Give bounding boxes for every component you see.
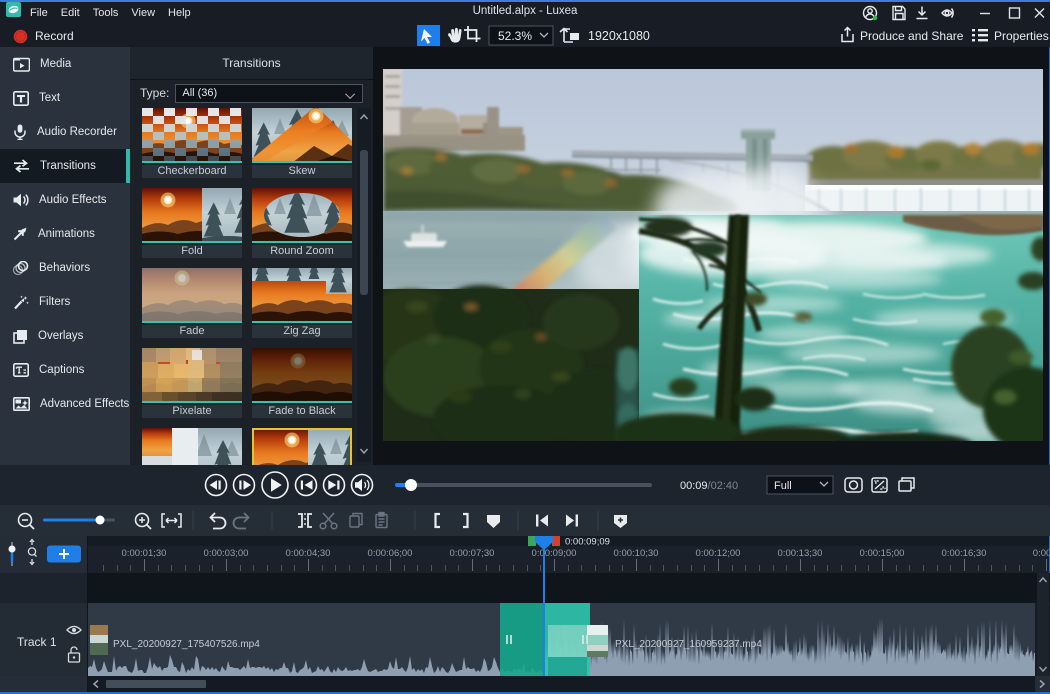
svg-text:0:00:09;00: 0:00:09;00 xyxy=(532,548,577,559)
svg-text:1920x1080: 1920x1080 xyxy=(588,29,650,43)
svg-text:Full: Full xyxy=(774,480,792,492)
svg-text:52.3%: 52.3% xyxy=(498,29,532,43)
svg-text:0:00:03;00: 0:00:03;00 xyxy=(204,548,249,559)
svg-text:0:00:04;30: 0:00:04;30 xyxy=(286,548,331,559)
svg-text:0:00:10;30: 0:00:10;30 xyxy=(614,548,659,559)
svg-text:0:00:07;30: 0:00:07;30 xyxy=(450,548,495,559)
svg-text:0:00:06;00: 0:00:06;00 xyxy=(368,548,413,559)
svg-text:0:00:1: 0:00:1 xyxy=(1033,548,1049,559)
svg-text:0:00:16;30: 0:00:16;30 xyxy=(942,548,987,559)
svg-text:0:00:13;30: 0:00:13;30 xyxy=(778,548,823,559)
svg-text:Produce and Share: Produce and Share xyxy=(860,29,964,43)
svg-text:0:00:01;30: 0:00:01;30 xyxy=(122,548,167,559)
svg-text:PXL_20200927_175407526.mp4: PXL_20200927_175407526.mp4 xyxy=(113,639,260,650)
svg-text:Properties: Properties xyxy=(994,29,1049,43)
svg-text:0:00:09;09: 0:00:09;09 xyxy=(565,537,610,548)
svg-text:0:00:15;00: 0:00:15;00 xyxy=(860,548,905,559)
svg-text:0:00:12;00: 0:00:12;00 xyxy=(696,548,741,559)
svg-text:PXL_20200927_160959237.mp4: PXL_20200927_160959237.mp4 xyxy=(615,639,762,650)
svg-text:Record: Record xyxy=(35,29,74,43)
svg-text:00:09/02:40: 00:09/02:40 xyxy=(680,480,738,492)
